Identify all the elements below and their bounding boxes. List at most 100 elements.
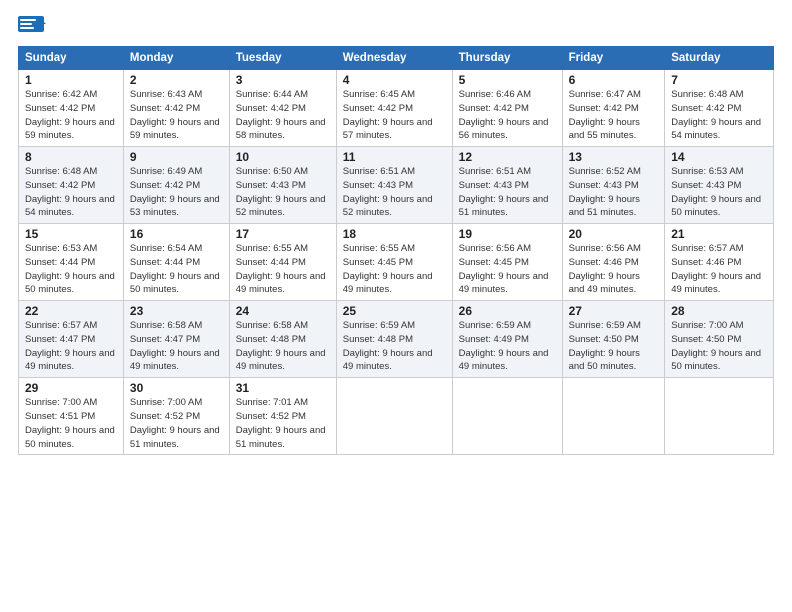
day-info: Sunrise: 6:50 AMSunset: 4:43 PMDaylight:… <box>236 166 326 218</box>
day-cell: 29Sunrise: 7:00 AMSunset: 4:51 PMDayligh… <box>19 378 124 455</box>
day-cell: 3 Sunrise: 6:44 AMSunset: 4:42 PMDaylight… <box>229 70 336 147</box>
page: SundayMondayTuesdayWednesdayThursdayFrid… <box>0 0 792 612</box>
day-cell: 19 Sunrise: 6:56 AMSunset: 4:45 PMDayligh… <box>452 224 562 301</box>
day-cell: 14 Sunrise: 6:53 AMSunset: 4:43 PMDayligh… <box>665 147 774 224</box>
day-info: Sunrise: 6:55 AMSunset: 4:45 PMDaylight:… <box>343 243 433 295</box>
week-row-1: 1 Sunrise: 6:42 AMSunset: 4:42 PMDaylight… <box>19 70 774 147</box>
day-number: 27 <box>569 304 659 318</box>
day-info: Sunrise: 6:52 AMSunset: 4:43 PMDaylight:… <box>569 166 641 218</box>
day-info: Sunrise: 6:47 AMSunset: 4:42 PMDaylight:… <box>569 89 641 141</box>
day-number: 29 <box>25 381 117 395</box>
day-cell: 24 Sunrise: 6:58 AMSunset: 4:48 PMDayligh… <box>229 301 336 378</box>
day-info: Sunrise: 6:56 AMSunset: 4:45 PMDaylight:… <box>459 243 549 295</box>
day-number: 21 <box>671 227 767 241</box>
day-number: 14 <box>671 150 767 164</box>
day-cell: 6 Sunrise: 6:47 AMSunset: 4:42 PMDaylight… <box>562 70 665 147</box>
col-header-tuesday: Tuesday <box>229 47 336 70</box>
day-info: Sunrise: 6:49 AMSunset: 4:42 PMDaylight:… <box>130 166 220 218</box>
day-info: Sunrise: 6:55 AMSunset: 4:44 PMDaylight:… <box>236 243 326 295</box>
day-cell <box>336 378 452 455</box>
day-cell: 15 Sunrise: 6:53 AMSunset: 4:44 PMDayligh… <box>19 224 124 301</box>
day-number: 10 <box>236 150 330 164</box>
day-cell: 20Sunrise: 6:56 AMSunset: 4:46 PMDayligh… <box>562 224 665 301</box>
day-info: Sunrise: 6:53 AMSunset: 4:44 PMDaylight:… <box>25 243 115 295</box>
day-number: 24 <box>236 304 330 318</box>
day-cell: 22Sunrise: 6:57 AMSunset: 4:47 PMDayligh… <box>19 301 124 378</box>
day-info: Sunrise: 6:46 AMSunset: 4:42 PMDaylight:… <box>459 89 549 141</box>
day-number: 16 <box>130 227 223 241</box>
day-number: 20 <box>569 227 659 241</box>
day-info: Sunrise: 7:00 AMSunset: 4:52 PMDaylight:… <box>130 397 220 449</box>
day-number: 31 <box>236 381 330 395</box>
day-number: 15 <box>25 227 117 241</box>
day-cell: 4Sunrise: 6:45 AMSunset: 4:42 PMDaylight… <box>336 70 452 147</box>
day-number: 13 <box>569 150 659 164</box>
day-info: Sunrise: 6:51 AMSunset: 4:43 PMDaylight:… <box>343 166 433 218</box>
logo-icon <box>18 16 46 38</box>
day-number: 18 <box>343 227 446 241</box>
day-cell <box>452 378 562 455</box>
day-info: Sunrise: 6:43 AMSunset: 4:42 PMDaylight:… <box>130 89 220 141</box>
day-cell: 17 Sunrise: 6:55 AMSunset: 4:44 PMDayligh… <box>229 224 336 301</box>
logo <box>18 16 50 38</box>
day-info: Sunrise: 6:58 AMSunset: 4:48 PMDaylight:… <box>236 320 326 372</box>
day-number: 7 <box>671 73 767 87</box>
day-cell: 2 Sunrise: 6:43 AMSunset: 4:42 PMDaylight… <box>123 70 229 147</box>
day-number: 11 <box>343 150 446 164</box>
day-cell: 27 Sunrise: 6:59 AMSunset: 4:50 PMDayligh… <box>562 301 665 378</box>
header <box>18 16 774 38</box>
calendar-table: SundayMondayTuesdayWednesdayThursdayFrid… <box>18 46 774 455</box>
day-cell: 16Sunrise: 6:54 AMSunset: 4:44 PMDayligh… <box>123 224 229 301</box>
day-info: Sunrise: 6:53 AMSunset: 4:43 PMDaylight:… <box>671 166 761 218</box>
day-cell: 25 Sunrise: 6:59 AMSunset: 4:48 PMDayligh… <box>336 301 452 378</box>
day-number: 23 <box>130 304 223 318</box>
week-row-2: 8 Sunrise: 6:48 AMSunset: 4:42 PMDaylight… <box>19 147 774 224</box>
day-number: 1 <box>25 73 117 87</box>
week-row-3: 15 Sunrise: 6:53 AMSunset: 4:44 PMDayligh… <box>19 224 774 301</box>
day-number: 9 <box>130 150 223 164</box>
day-info: Sunrise: 7:01 AMSunset: 4:52 PMDaylight:… <box>236 397 326 449</box>
day-cell <box>665 378 774 455</box>
day-cell <box>562 378 665 455</box>
day-number: 28 <box>671 304 767 318</box>
day-cell: 7 Sunrise: 6:48 AMSunset: 4:42 PMDaylight… <box>665 70 774 147</box>
day-info: Sunrise: 6:59 AMSunset: 4:50 PMDaylight:… <box>569 320 641 372</box>
col-header-friday: Friday <box>562 47 665 70</box>
day-cell: 28 Sunrise: 7:00 AMSunset: 4:50 PMDayligh… <box>665 301 774 378</box>
day-info: Sunrise: 6:59 AMSunset: 4:48 PMDaylight:… <box>343 320 433 372</box>
day-number: 22 <box>25 304 117 318</box>
day-number: 6 <box>569 73 659 87</box>
week-row-5: 29Sunrise: 7:00 AMSunset: 4:51 PMDayligh… <box>19 378 774 455</box>
col-header-saturday: Saturday <box>665 47 774 70</box>
day-info: Sunrise: 6:48 AMSunset: 4:42 PMDaylight:… <box>25 166 115 218</box>
day-info: Sunrise: 6:42 AMSunset: 4:42 PMDaylight:… <box>25 89 115 141</box>
day-number: 12 <box>459 150 556 164</box>
day-number: 3 <box>236 73 330 87</box>
day-number: 17 <box>236 227 330 241</box>
day-number: 5 <box>459 73 556 87</box>
header-row: SundayMondayTuesdayWednesdayThursdayFrid… <box>19 47 774 70</box>
day-cell: 13 Sunrise: 6:52 AMSunset: 4:43 PMDayligh… <box>562 147 665 224</box>
day-cell: 5 Sunrise: 6:46 AMSunset: 4:42 PMDaylight… <box>452 70 562 147</box>
day-info: Sunrise: 6:57 AMSunset: 4:46 PMDaylight:… <box>671 243 761 295</box>
week-row-4: 22Sunrise: 6:57 AMSunset: 4:47 PMDayligh… <box>19 301 774 378</box>
day-cell: 10 Sunrise: 6:50 AMSunset: 4:43 PMDayligh… <box>229 147 336 224</box>
day-info: Sunrise: 6:59 AMSunset: 4:49 PMDaylight:… <box>459 320 549 372</box>
day-cell: 26 Sunrise: 6:59 AMSunset: 4:49 PMDayligh… <box>452 301 562 378</box>
day-number: 26 <box>459 304 556 318</box>
day-info: Sunrise: 6:48 AMSunset: 4:42 PMDaylight:… <box>671 89 761 141</box>
day-cell: 12 Sunrise: 6:51 AMSunset: 4:43 PMDayligh… <box>452 147 562 224</box>
col-header-wednesday: Wednesday <box>336 47 452 70</box>
day-number: 4 <box>343 73 446 87</box>
day-cell: 9 Sunrise: 6:49 AMSunset: 4:42 PMDaylight… <box>123 147 229 224</box>
day-info: Sunrise: 7:00 AMSunset: 4:50 PMDaylight:… <box>671 320 761 372</box>
day-info: Sunrise: 6:44 AMSunset: 4:42 PMDaylight:… <box>236 89 326 141</box>
day-info: Sunrise: 6:51 AMSunset: 4:43 PMDaylight:… <box>459 166 549 218</box>
day-number: 19 <box>459 227 556 241</box>
day-number: 2 <box>130 73 223 87</box>
col-header-monday: Monday <box>123 47 229 70</box>
day-number: 8 <box>25 150 117 164</box>
day-number: 25 <box>343 304 446 318</box>
day-cell: 1 Sunrise: 6:42 AMSunset: 4:42 PMDaylight… <box>19 70 124 147</box>
day-cell: 31 Sunrise: 7:01 AMSunset: 4:52 PMDayligh… <box>229 378 336 455</box>
